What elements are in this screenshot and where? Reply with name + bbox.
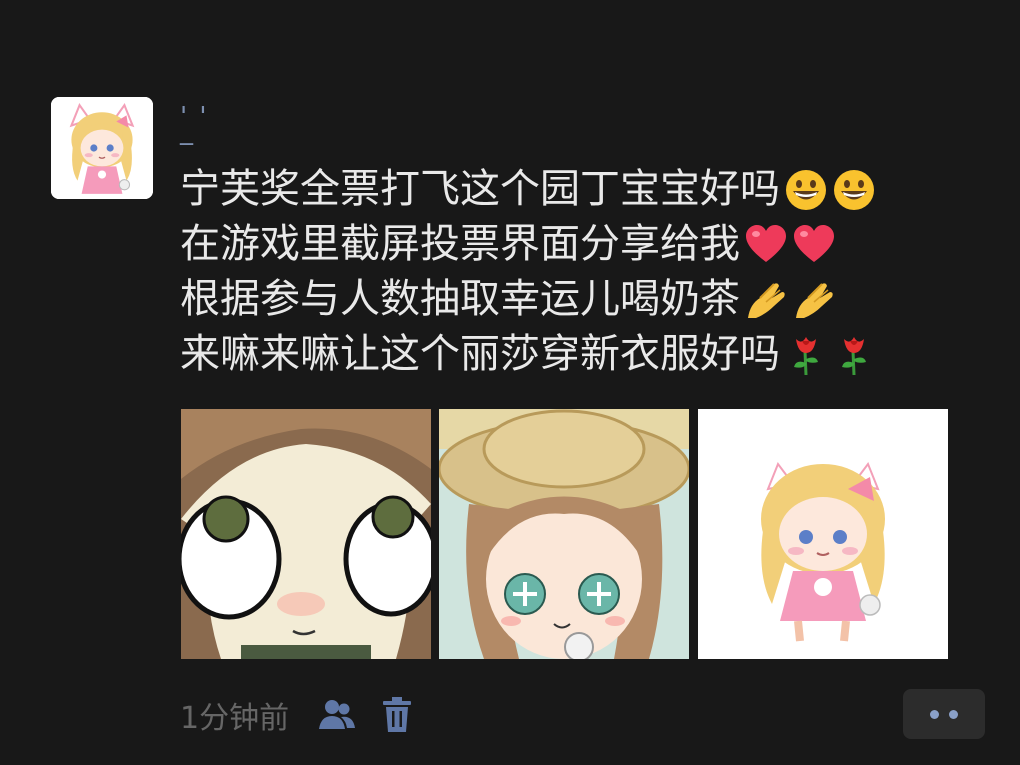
post-text-line: 根据参与人数抽取幸运儿喝奶茶 (180, 272, 980, 327)
post-time: 1分钟前 (180, 701, 290, 736)
pinched-fingers-icon (792, 278, 836, 322)
gardener-straw-hat-image (439, 409, 689, 659)
more-dots-icon (949, 709, 958, 719)
post-text-line-4: 来嘛来嘛让这个丽莎穿新衣服好吗 (180, 331, 780, 377)
grinning-face-icon (784, 168, 828, 212)
username-line-2: _ (180, 116, 195, 146)
post-text-line-1: 宁芙奖全票打飞这个园丁宝宝好吗 (180, 166, 780, 212)
post-text-line-2: 在游戏里截屏投票界面分享给我 (180, 221, 740, 267)
post-text-line-3: 根据参与人数抽取幸运儿喝奶茶 (180, 276, 740, 322)
moment-post: ' ' _ 宁芙奖全票打飞这个园丁宝宝好吗 在游戏里截屏投票界面分享给我 根据参… (0, 0, 1020, 765)
photo-thumbnail-2[interactable] (439, 409, 689, 659)
people-icon[interactable] (317, 695, 357, 735)
rose-icon (784, 333, 828, 377)
rose-icon (832, 333, 876, 377)
post-text-line: 来嘛来嘛让这个丽莎穿新衣服好吗 (180, 327, 980, 382)
post-text: 宁芙奖全票打飞这个园丁宝宝好吗 在游戏里截屏投票界面分享给我 根据参与人数抽取幸… (180, 162, 980, 382)
pink-chibi-girl-image (698, 409, 948, 659)
photo-thumbnail-1[interactable] (181, 409, 431, 659)
photo-thumbnail-3[interactable] (698, 409, 948, 659)
username[interactable]: ' ' _ (180, 104, 240, 152)
post-meta: 1分钟前 (180, 690, 437, 740)
more-dots-icon (930, 709, 939, 719)
gardener-closeup-image (181, 409, 431, 659)
red-heart-icon (744, 223, 788, 267)
user-avatar[interactable] (51, 97, 153, 199)
post-text-line: 在游戏里截屏投票界面分享给我 (180, 217, 980, 272)
photo-grid (181, 409, 951, 659)
post-text-line: 宁芙奖全票打飞这个园丁宝宝好吗 (180, 162, 980, 217)
trash-icon[interactable] (377, 695, 417, 735)
grinning-face-icon (832, 168, 876, 212)
red-heart-icon (792, 223, 836, 267)
avatar-image (51, 97, 153, 199)
more-options-button[interactable] (903, 689, 985, 739)
pinched-fingers-icon (744, 278, 788, 322)
